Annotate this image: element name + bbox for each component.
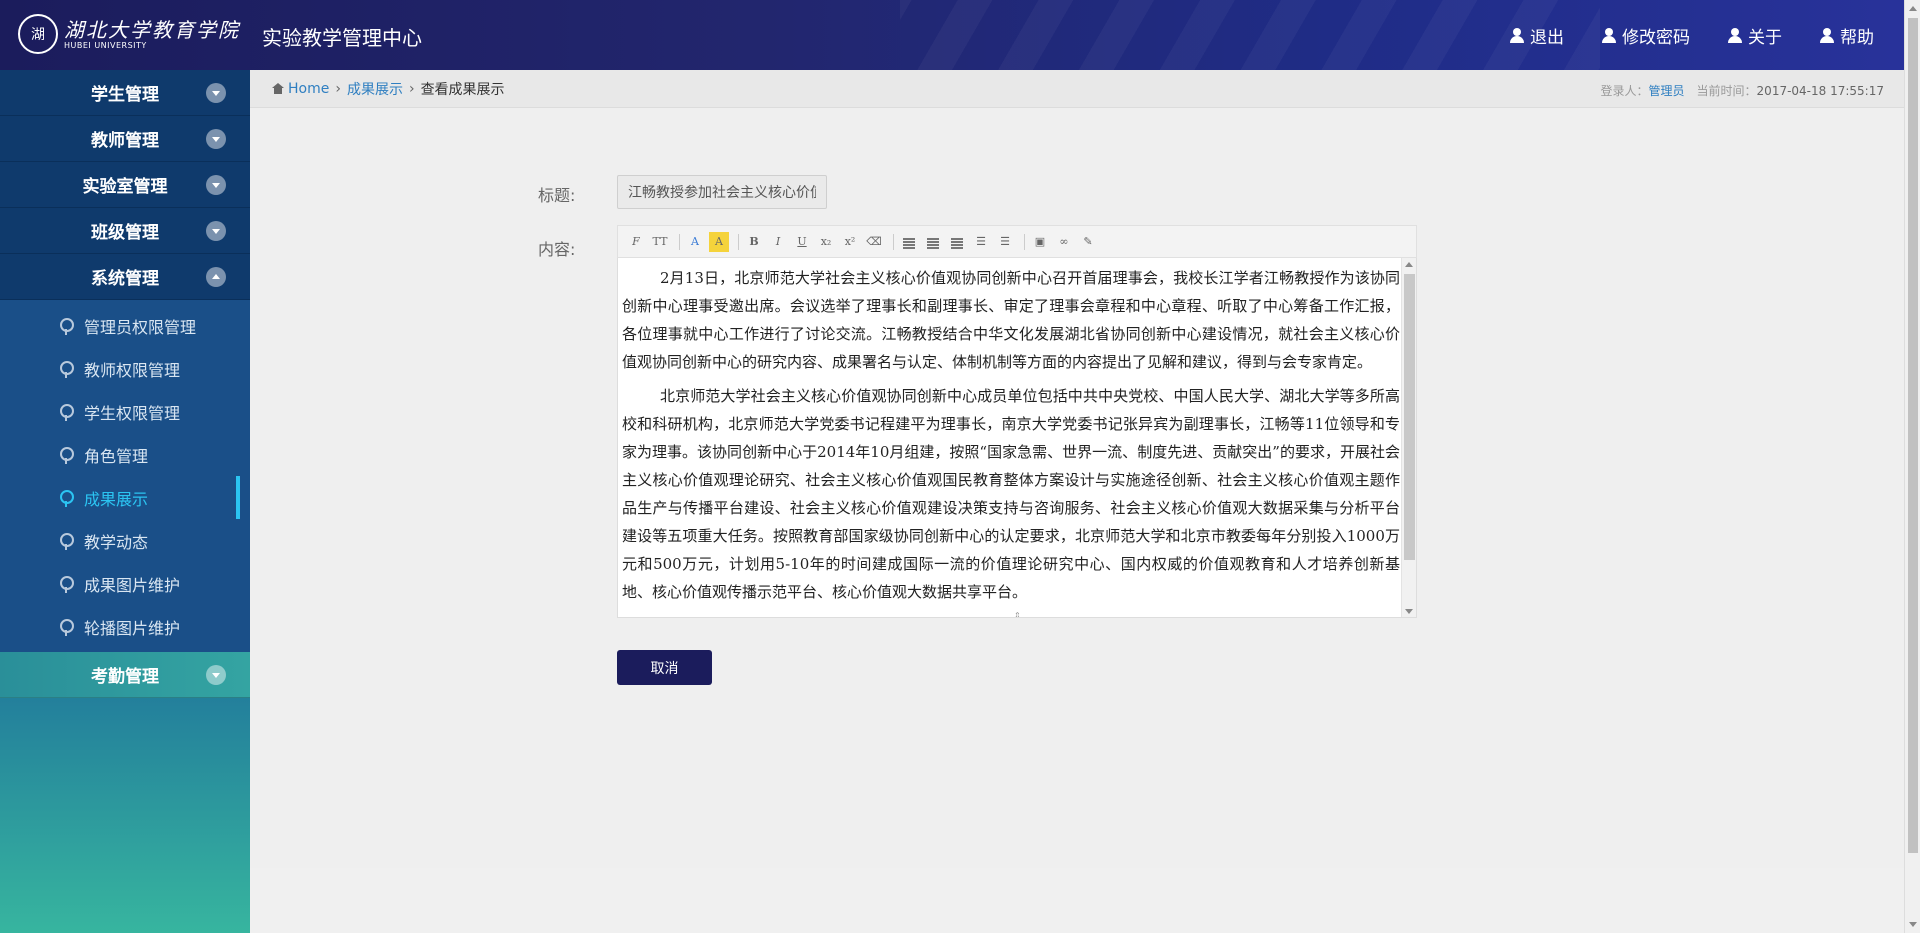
user-circle-icon [60, 404, 74, 421]
user-icon [1602, 27, 1616, 43]
time-label: 当前时间： [1696, 84, 1757, 98]
sidebar-item-student-perm[interactable]: 学生权限管理 [0, 390, 250, 433]
italic-button[interactable]: I [768, 232, 788, 252]
chevron-up-icon [206, 267, 226, 287]
menu-lab-mgmt[interactable]: 实验室管理 [0, 162, 250, 208]
main-content: 标题: 内容: F TT A A B I U x₂ x² ⌫ ☰ ☰ ▣ ∞ ✎ [250, 108, 1904, 868]
scroll-down-icon [1405, 609, 1413, 614]
user-circle-icon [60, 576, 74, 593]
title-input[interactable] [617, 175, 827, 209]
content-paragraph: 2月13日，北京师范大学社会主义核心价值观协同创新中心召开首届理事会，我校长江学… [622, 269, 1400, 371]
logo-en-text: HUBEI UNIVERSITY [64, 40, 147, 50]
about-link[interactable]: 关于 [1728, 23, 1782, 48]
university-seal-icon: 湖 [18, 14, 58, 54]
breadcrumb-separator-icon: › [335, 80, 341, 97]
sidebar-item-achievements[interactable]: 成果展示 [0, 476, 250, 519]
scroll-up-icon [1909, 6, 1917, 11]
sidebar-item-carousel-images[interactable]: 轮播图片维护 [0, 605, 250, 648]
menu-class-mgmt[interactable]: 班级管理 [0, 208, 250, 254]
toolbar-divider [893, 233, 894, 250]
breadcrumb-home-link[interactable]: Home [288, 81, 329, 97]
scroll-thumb[interactable] [1404, 274, 1415, 560]
user-icon [1820, 27, 1834, 43]
menu-system-mgmt[interactable]: 系统管理 [0, 254, 250, 300]
breadcrumb-current: 查看成果展示 [420, 81, 505, 98]
toolbar-divider [679, 233, 680, 250]
align-left-icon[interactable] [899, 232, 919, 252]
superscript-button[interactable]: x² [840, 232, 860, 252]
login-label: 登录人： [1600, 84, 1649, 98]
logout-link[interactable]: 退出 [1510, 23, 1564, 48]
subscript-button[interactable]: x₂ [816, 232, 836, 252]
change-password-link[interactable]: 修改密码 [1602, 23, 1690, 48]
sidebar: 学生管理 教师管理 实验室管理 班级管理 系统管理 管理员权限管理 教师权限管理… [0, 70, 250, 933]
scroll-down-icon [1909, 922, 1917, 927]
page-scrollbar[interactable] [1904, 0, 1920, 933]
unordered-list-icon[interactable]: ☰ [995, 232, 1015, 252]
sidebar-item-admin-perm[interactable]: 管理员权限管理 [0, 304, 250, 347]
top-nav: 退出 修改密码 关于 帮助 [1472, 0, 1874, 70]
scroll-thumb[interactable] [1908, 18, 1918, 853]
chevron-down-icon [206, 83, 226, 103]
logo-cn-text: 湖北大学教育学院 [64, 17, 240, 42]
font-family-button[interactable]: F [626, 232, 646, 252]
help-link[interactable]: 帮助 [1820, 23, 1874, 48]
editor-content-area[interactable]: 2月13日，北京师范大学社会主义核心价值观协同创新中心召开首届理事会，我校长江学… [617, 258, 1417, 618]
align-center-icon[interactable] [923, 232, 943, 252]
breadcrumb-separator-icon: › [408, 80, 415, 97]
home-icon [272, 83, 284, 94]
cancel-button[interactable]: 取消 [617, 650, 712, 685]
breadcrumb: Home › 成果展示 › 查看成果展示 登录人：管理员 当前时间：2017-04… [250, 70, 1904, 108]
app-title: 实验教学管理中心 [262, 26, 422, 50]
toolbar-divider [738, 233, 739, 250]
user-circle-icon [60, 619, 74, 636]
top-header: 湖 湖北大学教育学院 HUBEI UNIVERSITY 实验教学管理中心 退出 … [0, 0, 1904, 70]
current-time: 2017-04-18 17:55:17 [1756, 84, 1884, 98]
scroll-up-icon [1405, 262, 1413, 267]
university-logo: 湖 湖北大学教育学院 HUBEI UNIVERSITY [18, 14, 240, 54]
user-circle-icon [60, 361, 74, 378]
content-label: 内容: [538, 240, 576, 259]
sidebar-item-teacher-perm[interactable]: 教师权限管理 [0, 347, 250, 390]
content-paragraph: 北京师范大学社会主义核心价值观协同创新中心成员单位包括中共中央党校、中国人民大学… [622, 387, 1400, 601]
underline-button[interactable]: U [792, 232, 812, 252]
sidebar-item-role-mgmt[interactable]: 角色管理 [0, 433, 250, 476]
user-circle-icon [60, 318, 74, 335]
system-submenu: 管理员权限管理 教师权限管理 学生权限管理 角色管理 成果展示 教学动态 成果图… [0, 300, 250, 652]
resize-handle-icon[interactable]: ⇕ [1014, 611, 1024, 617]
user-circle-icon [60, 447, 74, 464]
editor-toolbar: F TT A A B I U x₂ x² ⌫ ☰ ☰ ▣ ∞ ✎ [617, 225, 1417, 258]
user-icon [1728, 27, 1742, 43]
user-circle-icon [60, 490, 74, 507]
clear-format-icon[interactable]: ✎ [1078, 232, 1098, 252]
menu-attendance-mgmt[interactable]: 考勤管理 [0, 652, 250, 698]
ordered-list-icon[interactable]: ☰ [971, 232, 991, 252]
breadcrumb-parent-link[interactable]: 成果展示 [347, 79, 403, 99]
login-info: 登录人：管理员 当前时间：2017-04-18 17:55:17 [1601, 82, 1885, 99]
font-size-button[interactable]: TT [650, 232, 670, 252]
toolbar-divider [1024, 233, 1025, 250]
link-icon[interactable]: ∞ [1054, 232, 1074, 252]
rich-text-editor: F TT A A B I U x₂ x² ⌫ ☰ ☰ ▣ ∞ ✎ 2月13日，北… [617, 225, 1417, 618]
chevron-down-icon [206, 175, 226, 195]
menu-student-mgmt[interactable]: 学生管理 [0, 70, 250, 116]
menu-teacher-mgmt[interactable]: 教师管理 [0, 116, 250, 162]
editor-scrollbar[interactable] [1401, 258, 1416, 617]
chevron-down-icon [206, 665, 226, 685]
user-circle-icon [60, 533, 74, 550]
title-label: 标题: [538, 186, 576, 205]
bold-button[interactable]: B [744, 232, 764, 252]
eraser-icon[interactable]: ⌫ [864, 232, 884, 252]
sidebar-item-achievement-images[interactable]: 成果图片维护 [0, 562, 250, 605]
user-icon [1510, 27, 1524, 43]
align-right-icon[interactable] [947, 232, 967, 252]
chevron-down-icon [206, 221, 226, 241]
highlight-color-button[interactable]: A [709, 231, 729, 252]
sidebar-item-teaching-news[interactable]: 教学动态 [0, 519, 250, 562]
editor-text: 2月13日，北京师范大学社会主义核心价值观协同创新中心召开首届理事会，我校长江学… [622, 264, 1400, 604]
chevron-down-icon [206, 129, 226, 149]
font-color-button[interactable]: A [685, 232, 705, 252]
login-user: 管理员 [1648, 84, 1685, 98]
image-icon[interactable]: ▣ [1030, 232, 1050, 252]
